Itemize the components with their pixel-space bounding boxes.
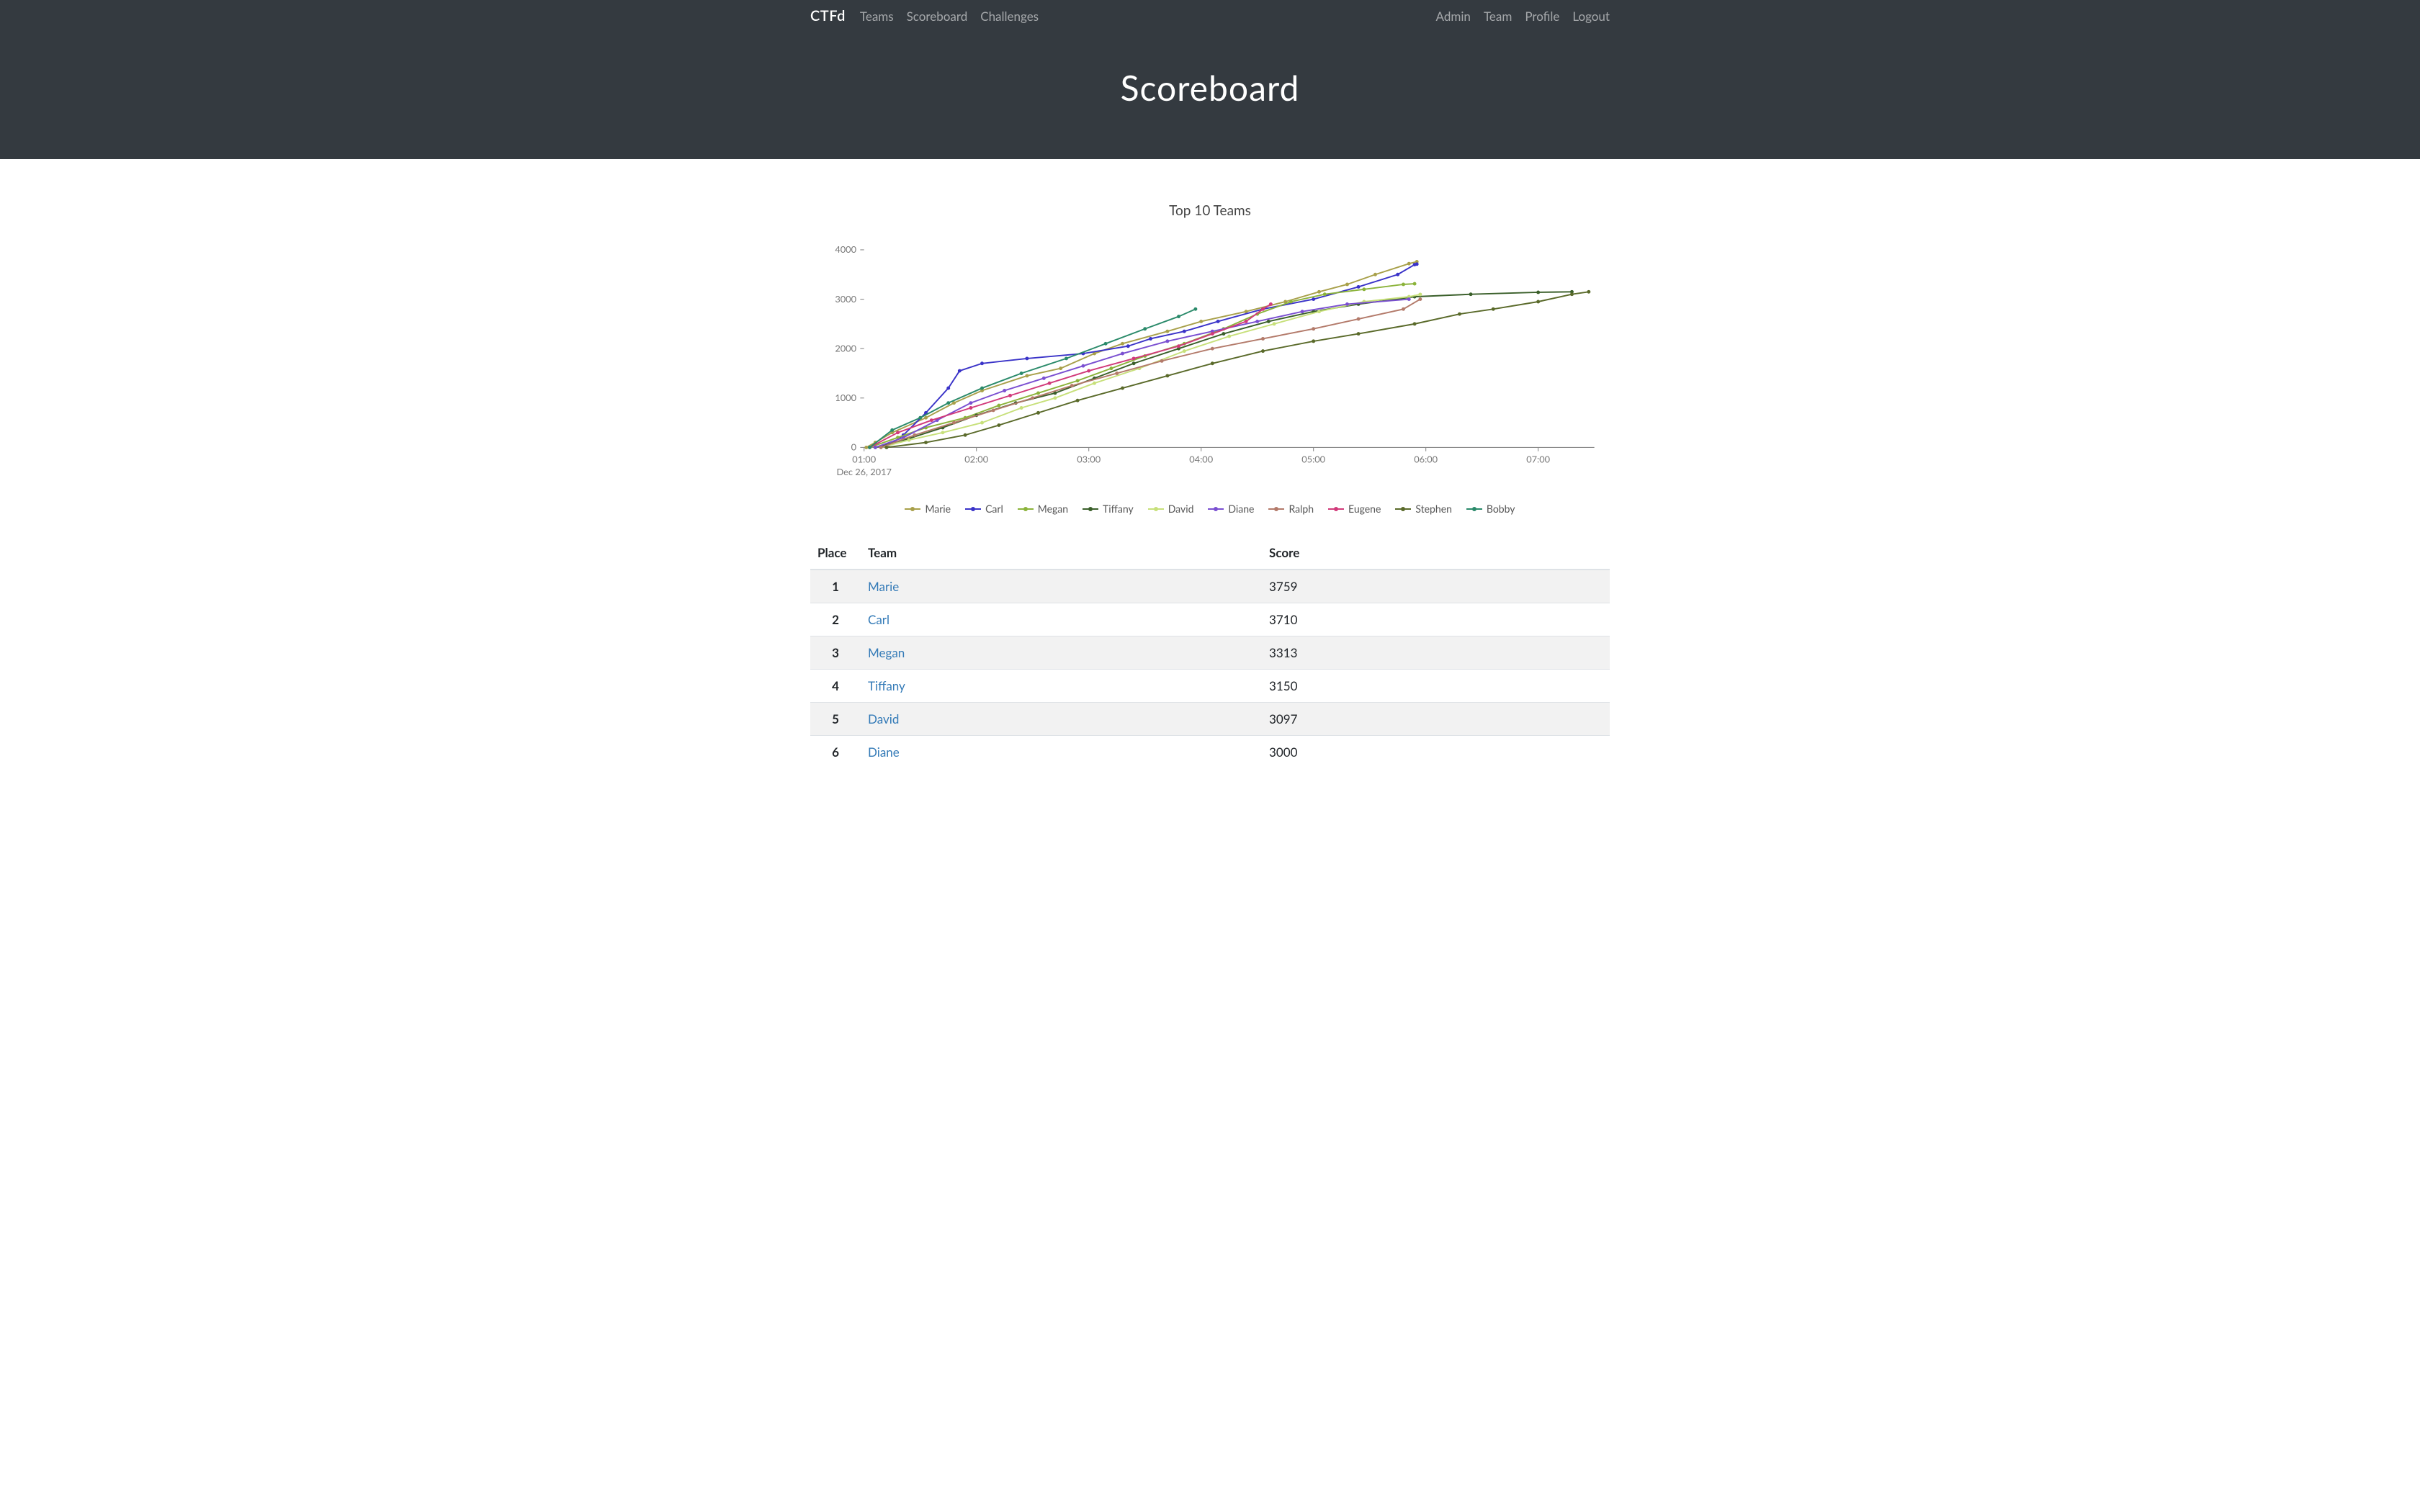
cell-score: 3000 <box>1262 736 1610 769</box>
legend-item[interactable]: Tiffany <box>1083 503 1134 515</box>
svg-text:07:00: 07:00 <box>1526 454 1550 465</box>
team-link[interactable]: Megan <box>868 645 905 660</box>
legend-item[interactable]: Carl <box>965 503 1003 515</box>
svg-text:3000: 3000 <box>835 293 856 305</box>
svg-text:06:00: 06:00 <box>1414 454 1438 465</box>
legend-label: David <box>1168 503 1194 515</box>
page-title: Scoreboard <box>14 68 2406 109</box>
main-content: Top 10 Teams 0 1000 2000 3000 4000 01:00 02:00… <box>799 159 1621 811</box>
cell-team: David <box>861 703 1262 736</box>
svg-text:2000: 2000 <box>835 342 856 354</box>
legend-swatch <box>1208 508 1224 510</box>
legend-item[interactable]: Marie <box>905 503 951 515</box>
cell-score: 3150 <box>1262 670 1610 703</box>
cell-place: 3 <box>810 636 861 670</box>
legend-label: Tiffany <box>1103 503 1134 515</box>
cell-place: 6 <box>810 736 861 769</box>
legend-item[interactable]: Stephen <box>1395 503 1452 515</box>
cell-score: 3313 <box>1262 636 1610 670</box>
legend-item[interactable]: Bobby <box>1466 503 1515 515</box>
svg-text:04:00: 04:00 <box>1189 454 1213 465</box>
legend-swatch <box>1466 508 1482 510</box>
cell-team: Carl <box>861 603 1262 636</box>
team-link[interactable]: Carl <box>868 612 889 627</box>
legend-swatch <box>1148 508 1164 510</box>
legend-label: Bobby <box>1487 503 1515 515</box>
legend-item[interactable]: Eugene <box>1328 503 1381 515</box>
nav-link-teams[interactable]: Teams <box>860 9 894 24</box>
svg-text:1000: 1000 <box>835 392 856 403</box>
legend-swatch <box>1018 508 1034 510</box>
team-link[interactable]: Diane <box>868 744 900 760</box>
table-row: 6 Diane 3000 <box>810 736 1610 769</box>
cell-score: 3097 <box>1262 703 1610 736</box>
team-link[interactable]: Marie <box>868 579 899 594</box>
legend-swatch <box>905 508 920 510</box>
team-link[interactable]: Tiffany <box>868 678 905 693</box>
nav-link-logout[interactable]: Logout <box>1572 9 1610 24</box>
cell-team: Megan <box>861 636 1262 670</box>
table-row: 1 Marie 3759 <box>810 570 1610 603</box>
legend-label: Carl <box>985 503 1003 515</box>
brand-logo[interactable]: CTFd <box>810 7 846 24</box>
chart-legend: Marie Carl Megan Tiffany David Diane Ralph Euge… <box>810 503 1610 515</box>
cell-score: 3710 <box>1262 603 1610 636</box>
nav-link-admin[interactable]: Admin <box>1436 9 1471 24</box>
table-row: 4 Tiffany 3150 <box>810 670 1610 703</box>
table-row: 3 Megan 3313 <box>810 636 1610 670</box>
svg-text:05:00: 05:00 <box>1301 454 1325 465</box>
svg-text:4000: 4000 <box>835 243 856 255</box>
nav-left: Teams Scoreboard Challenges <box>860 9 1039 24</box>
chart-svg: 0 1000 2000 3000 4000 01:00 02:00 03:00 04:00 05:… <box>810 226 1610 500</box>
th-score: Score <box>1262 536 1610 570</box>
legend-item[interactable]: Megan <box>1018 503 1068 515</box>
cell-place: 5 <box>810 703 861 736</box>
svg-text:03:00: 03:00 <box>1077 454 1101 465</box>
svg-text:0: 0 <box>851 441 857 453</box>
cell-place: 4 <box>810 670 861 703</box>
svg-text:01:00: 01:00 <box>852 454 876 465</box>
page-hero: Scoreboard <box>0 32 2420 159</box>
team-link[interactable]: David <box>868 711 899 726</box>
top10-chart[interactable]: Top 10 Teams 0 1000 2000 3000 4000 01:00 02:00… <box>810 202 1610 515</box>
th-team: Team <box>861 536 1262 570</box>
legend-label: Stephen <box>1415 503 1452 515</box>
legend-item[interactable]: Diane <box>1208 503 1254 515</box>
legend-swatch <box>965 508 981 510</box>
table-row: 2 Carl 3710 <box>810 603 1610 636</box>
svg-text:Dec 26, 2017: Dec 26, 2017 <box>836 466 892 477</box>
cell-team: Marie <box>861 570 1262 603</box>
scoreboard-table: Place Team Score 1 Marie 3759 2 Carl 3710 3 Meg… <box>810 536 1610 768</box>
legend-swatch <box>1083 508 1098 510</box>
legend-label: Megan <box>1038 503 1068 515</box>
nav-link-challenges[interactable]: Challenges <box>980 9 1039 24</box>
legend-swatch <box>1328 508 1344 510</box>
legend-swatch <box>1268 508 1284 510</box>
legend-item[interactable]: Ralph <box>1268 503 1314 515</box>
nav-link-scoreboard[interactable]: Scoreboard <box>907 9 968 24</box>
chart-title: Top 10 Teams <box>810 202 1610 219</box>
nav-link-profile[interactable]: Profile <box>1525 9 1559 24</box>
legend-label: Ralph <box>1289 503 1314 515</box>
nav-right: Admin Team Profile Logout <box>1436 9 1610 24</box>
cell-score: 3759 <box>1262 570 1610 603</box>
nav-link-team[interactable]: Team <box>1484 9 1512 24</box>
legend-label: Diane <box>1228 503 1254 515</box>
cell-team: Tiffany <box>861 670 1262 703</box>
th-place: Place <box>810 536 861 570</box>
legend-label: Marie <box>925 503 951 515</box>
legend-item[interactable]: David <box>1148 503 1194 515</box>
cell-place: 2 <box>810 603 861 636</box>
cell-team: Diane <box>861 736 1262 769</box>
legend-label: Eugene <box>1348 503 1381 515</box>
legend-swatch <box>1395 508 1411 510</box>
svg-text:02:00: 02:00 <box>964 454 988 465</box>
cell-place: 1 <box>810 570 861 603</box>
header: CTFd Teams Scoreboard Challenges Admin T… <box>0 0 2420 32</box>
table-row: 5 David 3097 <box>810 703 1610 736</box>
